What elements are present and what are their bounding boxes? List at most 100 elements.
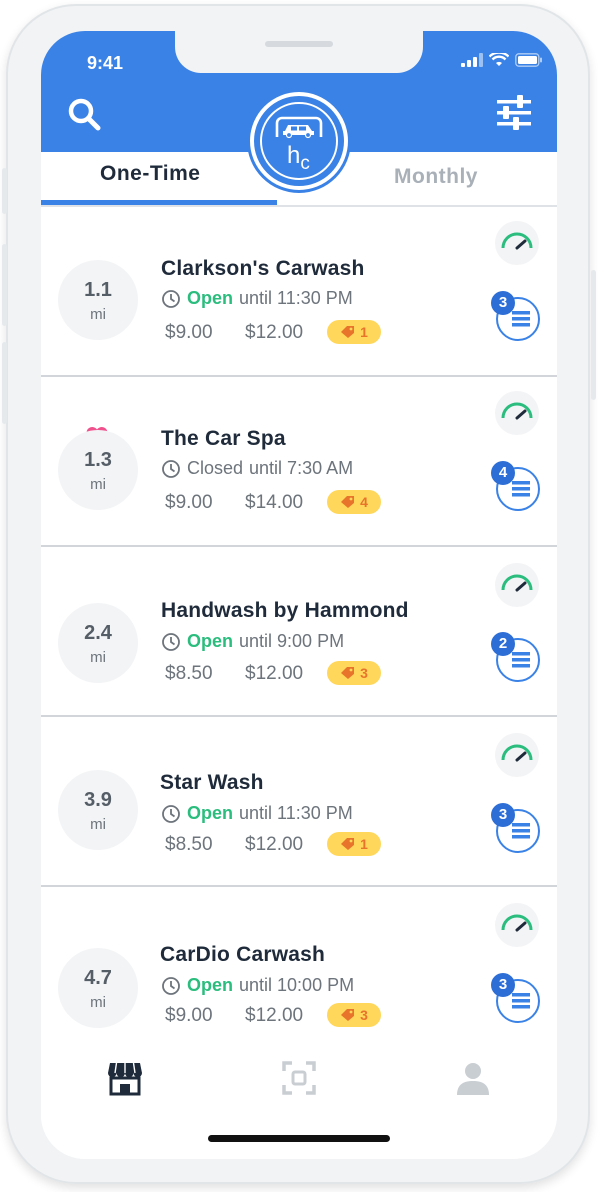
distance-badge: 1.3 mi xyxy=(58,430,138,510)
queue-count: 3 xyxy=(491,291,515,315)
side-button-volume-down xyxy=(2,342,7,424)
price-line: $8.50 $12.00 1 xyxy=(165,832,381,856)
speed-gauge-icon[interactable] xyxy=(495,903,539,947)
clock-icon xyxy=(162,459,180,478)
distance-unit: mi xyxy=(90,306,106,323)
price-tag-icon xyxy=(341,667,355,679)
tab-one-time[interactable]: One-Time xyxy=(100,162,200,186)
list-item[interactable]: 1.3 mi The Car Spa Closed until 7:30 AM … xyxy=(41,377,557,547)
hours-line: Open until 10:00 PM xyxy=(161,975,354,996)
gauge-icon xyxy=(501,914,533,932)
price-line: $8.50 $12.00 3 xyxy=(165,661,381,685)
distance-unit: mi xyxy=(90,649,106,666)
distance-value: 1.1 xyxy=(84,279,112,301)
clock-icon xyxy=(162,632,180,651)
list-item[interactable]: 4.7 mi CarDio Carwash Open until 10:00 P… xyxy=(41,887,557,1055)
price-basic: $9.00 xyxy=(165,322,213,343)
scan-icon[interactable] xyxy=(281,1060,317,1096)
price-premium: $12.00 xyxy=(245,322,304,343)
distance-unit: mi xyxy=(90,994,106,1011)
speed-gauge-icon[interactable] xyxy=(495,221,539,265)
deals-badge[interactable]: 3 xyxy=(327,661,381,685)
deals-count: 1 xyxy=(360,836,368,852)
side-button-mute xyxy=(2,168,7,214)
gauge-icon xyxy=(501,744,533,762)
deals-count: 3 xyxy=(360,1007,368,1023)
wifi-icon xyxy=(489,53,509,66)
filter-sliders-icon[interactable] xyxy=(497,95,531,131)
logo-letter: hc xyxy=(287,142,310,174)
hours-line: Open until 9:00 PM xyxy=(161,631,344,652)
list-item[interactable]: 1.1 mi Clarkson's Carwash Open until 11:… xyxy=(41,207,557,377)
search-icon[interactable] xyxy=(67,97,101,131)
clock-icon xyxy=(162,804,180,823)
price-premium: $12.00 xyxy=(245,1005,304,1026)
hours-line: Open until 11:30 PM xyxy=(161,803,353,824)
price-basic: $8.50 xyxy=(165,834,213,855)
distance-value: 1.3 xyxy=(84,449,112,471)
carwash-name: The Car Spa xyxy=(161,427,286,450)
status-open: Open xyxy=(187,803,234,823)
carwash-name: CarDio Carwash xyxy=(160,943,326,966)
price-line: $9.00 $12.00 1 xyxy=(165,320,381,344)
list-item[interactable]: 3.9 mi Star Wash Open until 11:30 PM $8.… xyxy=(41,717,557,887)
logo-sub: c xyxy=(300,153,310,174)
gauge-icon xyxy=(501,574,533,592)
profile-icon[interactable] xyxy=(455,1060,491,1096)
logo-main: h xyxy=(287,142,301,169)
status-icons xyxy=(461,53,543,67)
price-tag-icon xyxy=(341,326,355,338)
speaker xyxy=(265,41,333,47)
queue-count: 3 xyxy=(491,973,515,997)
distance-value: 2.4 xyxy=(84,622,112,644)
logo-ring: hc xyxy=(260,102,338,180)
clock-icon xyxy=(162,289,180,308)
tab-monthly[interactable]: Monthly xyxy=(394,165,478,189)
price-tag-icon xyxy=(341,1009,355,1021)
hours-text: until 11:30 PM xyxy=(239,803,353,823)
price-line: $9.00 $14.00 4 xyxy=(165,490,381,514)
price-basic: $9.00 xyxy=(165,1005,213,1026)
hours-text: until 7:30 AM xyxy=(249,458,354,478)
hours-line: Closed until 7:30 AM xyxy=(161,458,353,479)
price-premium: $14.00 xyxy=(245,492,304,513)
distance-unit: mi xyxy=(90,476,106,493)
price-premium: $12.00 xyxy=(245,663,304,684)
distance-badge: 3.9 mi xyxy=(58,770,138,850)
status-closed: Closed xyxy=(187,458,244,478)
carwash-name: Handwash by Hammond xyxy=(161,599,409,622)
battery-icon xyxy=(515,53,542,67)
carwash-name: Clarkson's Carwash xyxy=(161,257,365,280)
deals-badge[interactable]: 1 xyxy=(327,832,381,856)
app-screen: 9:41 One-Time Monthly hc 1.1 mi Clarkson… xyxy=(41,31,557,1159)
deals-count: 3 xyxy=(360,665,368,681)
signal-icon xyxy=(461,53,483,67)
price-premium: $12.00 xyxy=(245,834,304,855)
status-open: Open xyxy=(187,631,234,651)
queue-count: 3 xyxy=(491,803,515,827)
distance-value: 3.9 xyxy=(84,789,112,811)
gauge-icon xyxy=(501,402,533,420)
list-item[interactable]: 2.4 mi Handwash by Hammond Open until 9:… xyxy=(41,547,557,717)
distance-badge: 4.7 mi xyxy=(58,948,138,1028)
price-tag-icon xyxy=(341,838,355,850)
queue-count: 4 xyxy=(491,461,515,485)
speed-gauge-icon[interactable] xyxy=(495,391,539,435)
distance-badge: 1.1 mi xyxy=(58,260,138,340)
side-button-power xyxy=(591,270,596,400)
bottom-nav xyxy=(41,1038,557,1159)
status-open: Open xyxy=(187,975,234,995)
speed-gauge-icon[interactable] xyxy=(495,563,539,607)
deals-badge[interactable]: 3 xyxy=(327,1003,381,1027)
deals-badge[interactable]: 1 xyxy=(327,320,381,344)
queue-count: 2 xyxy=(491,632,515,656)
carwash-list: 1.1 mi Clarkson's Carwash Open until 11:… xyxy=(41,207,557,1055)
deals-badge[interactable]: 4 xyxy=(327,490,381,514)
gauge-icon xyxy=(501,232,533,250)
speed-gauge-icon[interactable] xyxy=(495,733,539,777)
deals-count: 1 xyxy=(360,324,368,340)
storefront-icon[interactable] xyxy=(107,1060,143,1096)
carwash-name: Star Wash xyxy=(160,771,264,794)
hours-text: until 11:30 PM xyxy=(239,288,353,308)
price-line: $9.00 $12.00 3 xyxy=(165,1003,381,1027)
